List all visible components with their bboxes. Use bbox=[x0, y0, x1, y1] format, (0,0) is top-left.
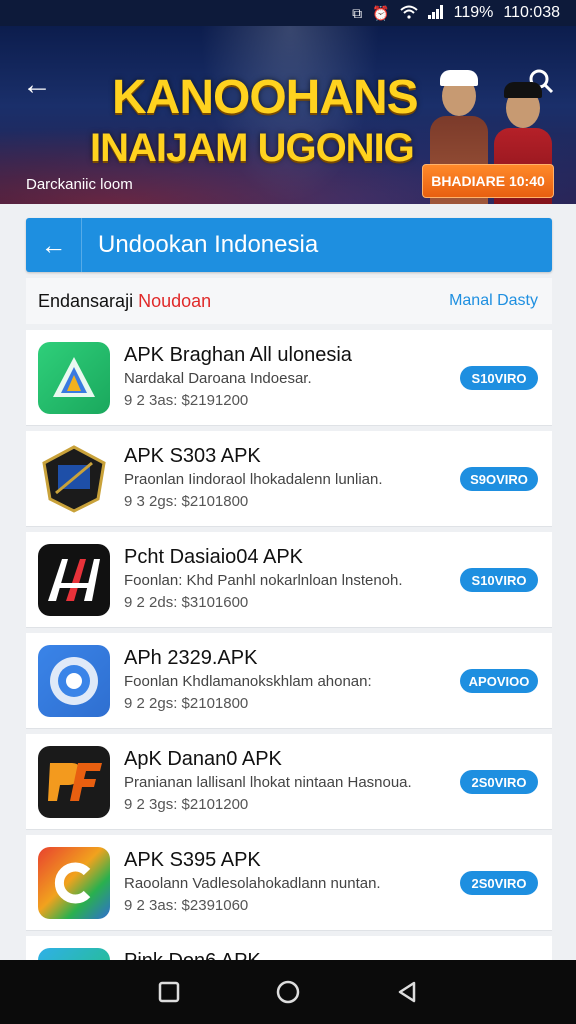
list-item[interactable]: APK S395 APK Raoolann Vadlesolahokadlann… bbox=[26, 835, 552, 931]
list-item[interactable]: Pcht Dasiaio04 APK Foonlan: Khd Panhl no… bbox=[26, 532, 552, 628]
pf-logo-icon bbox=[38, 746, 110, 818]
list-item[interactable]: APK S303 APK Praonlan Iindoraol lhokadal… bbox=[26, 431, 552, 527]
app-meta: 9 3 2gs: $2101800 bbox=[124, 493, 249, 510]
install-button[interactable]: 2S0VIRO bbox=[460, 871, 538, 895]
app-description: Nardakal Daroana Indoesar. bbox=[124, 370, 312, 387]
list-item[interactable]: APK Braghan All ulonesia Nardakal Daroan… bbox=[26, 330, 552, 426]
signal-icon bbox=[427, 4, 444, 22]
recents-square-icon[interactable] bbox=[154, 977, 184, 1007]
battery-level: 119% bbox=[453, 4, 494, 21]
list-item[interactable]: APh 2329.APK Foonlan Khdlamanokskhlam ah… bbox=[26, 633, 552, 729]
app-name: ApK Danan0 APK bbox=[124, 748, 282, 770]
install-button[interactable]: S10VIRO bbox=[460, 568, 538, 592]
tab-primary-label: Endansaraji bbox=[38, 290, 134, 311]
app-meta: 9 2 2gs: $2101800 bbox=[124, 695, 249, 712]
app-name: APK S303 APK bbox=[124, 445, 261, 467]
back-triangle-icon[interactable] bbox=[392, 977, 422, 1007]
app-name: Pcht Dasiaio04 APK bbox=[124, 546, 303, 568]
maps-style-app-icon bbox=[38, 342, 110, 414]
filter-row: Endansaraji Noudoan Manal Dasty bbox=[26, 278, 552, 324]
category-header: ← Undookan Indonesia bbox=[26, 218, 552, 272]
tab-secondary[interactable]: Manal Dasty bbox=[449, 292, 538, 310]
system-nav-bar bbox=[0, 960, 576, 1024]
app-description: Raoolann Vadlesolahokadlann nuntan. bbox=[124, 875, 381, 892]
app-name: APh 2329.APK bbox=[124, 647, 258, 669]
app-meta: 9 2 3as: $2191200 bbox=[124, 392, 249, 409]
app-description: Pranianan lallisanl lhokat nintaan Hasno… bbox=[124, 774, 412, 791]
colorful-c-icon bbox=[38, 847, 110, 919]
status-bar: ⧉ ⏰ 119% 110:038 bbox=[0, 0, 576, 26]
banner-title-line2: INAIJAM UGONIG bbox=[90, 126, 415, 170]
app-description: Praonlan Iindoraol lhokadalenn lunlian. bbox=[124, 471, 383, 488]
app-name: APK S395 APK bbox=[124, 849, 261, 871]
banner-title-line1: KANOOHANS bbox=[112, 71, 419, 124]
banner-subtitle: Darckaniic loom bbox=[26, 176, 133, 193]
home-circle-icon[interactable] bbox=[273, 977, 303, 1007]
banner-cta-button[interactable]: BHADIARE 10:40 bbox=[422, 164, 554, 198]
app-description: Foonlan Khdlamanokskhlam ahonan: bbox=[124, 673, 372, 690]
shield-badge-icon bbox=[38, 443, 110, 515]
back-arrow-icon[interactable]: ← bbox=[26, 218, 82, 272]
screenshot-icon: ⧉ bbox=[352, 4, 363, 21]
promo-banner[interactable]: ← KANOOHANS INAIJAM UGONIG Darckaniic lo… bbox=[0, 26, 576, 204]
app-description: Foonlan: Khd Panhl nokarlnloan lnstenoh. bbox=[124, 572, 403, 589]
page-title: Undookan Indonesia bbox=[98, 231, 319, 258]
back-arrow-icon[interactable]: ← bbox=[22, 68, 52, 102]
app-meta: 9 2 3gs: $2101200 bbox=[124, 796, 249, 813]
aa-letter-icon bbox=[38, 544, 110, 616]
tab-primary[interactable]: Endansaraji Noudoan bbox=[38, 291, 211, 312]
app-meta: 9 2 3as: $2391060 bbox=[124, 897, 249, 914]
app-name: APK Braghan All ulonesia bbox=[124, 344, 352, 366]
wifi-icon bbox=[399, 5, 418, 22]
install-button[interactable]: S10VIRO bbox=[460, 366, 538, 390]
install-button[interactable]: S9OVIRO bbox=[460, 467, 538, 491]
list-item[interactable]: ApK Danan0 APK Pranianan lallisanl lhoka… bbox=[26, 734, 552, 830]
tab-primary-highlight: Noudoan bbox=[138, 290, 212, 311]
alarm-icon: ⏰ bbox=[372, 4, 390, 21]
clock: 110:038 bbox=[503, 4, 560, 21]
circle-lens-icon bbox=[38, 645, 110, 717]
app-list: APK Braghan All ulonesia Nardakal Daroan… bbox=[26, 330, 552, 1024]
install-button[interactable]: APOVIOO bbox=[460, 669, 538, 693]
app-meta: 9 2 2ds: $3101600 bbox=[124, 594, 249, 611]
install-button[interactable]: 2S0VIRO bbox=[460, 770, 538, 794]
